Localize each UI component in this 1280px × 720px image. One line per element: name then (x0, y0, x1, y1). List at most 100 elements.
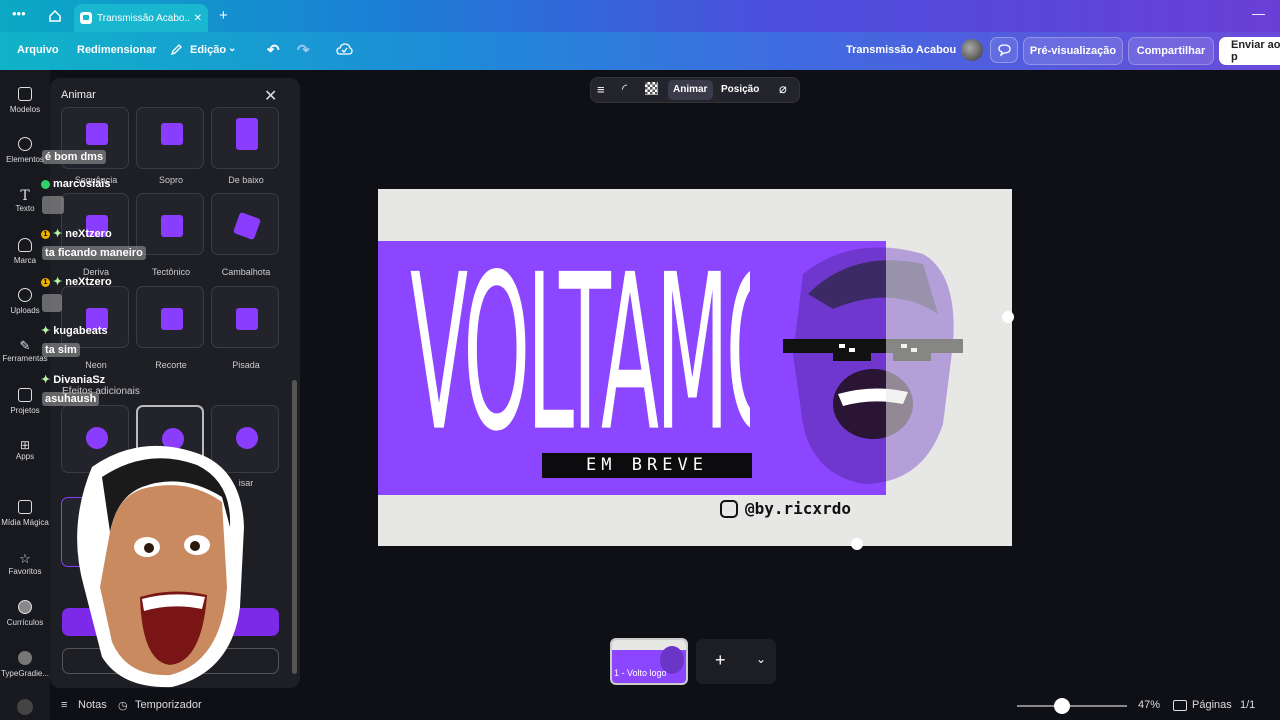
add-page-group: + ⌄ (696, 639, 776, 684)
animation-tile-neon[interactable] (61, 286, 129, 348)
redo-icon[interactable]: ↷ (297, 41, 310, 59)
instagram-icon (720, 500, 738, 518)
chat-message: é bom dms (42, 150, 107, 164)
instagram-handle: @by.ricxrdo (745, 499, 851, 518)
apps-icon: ⊞ (19, 438, 31, 452)
animation-preview-icon (236, 118, 258, 150)
chevron-down-icon[interactable]: ⌄ (756, 652, 766, 666)
timer-icon: ◷ (118, 700, 128, 712)
layout-icon (18, 87, 32, 101)
animation-label: Recorte (155, 360, 187, 370)
rotate-handle[interactable] (851, 538, 863, 550)
subheadline-box: EM BREVE (542, 453, 752, 478)
animation-label: Tectônico (151, 267, 191, 277)
folder-icon (18, 388, 32, 402)
animation-tile-cambalhota[interactable] (211, 193, 279, 255)
tab-title: Transmissão Acabo... (97, 12, 189, 24)
sidebar-item-midia-magica[interactable]: Mídia Mágica (0, 500, 50, 527)
document-title[interactable]: Transmissão Acabou (846, 44, 956, 56)
animate-button[interactable]: Animar (673, 84, 707, 95)
timer-button[interactable]: Temporizador (135, 699, 202, 711)
animation-tile-tectonico[interactable] (136, 193, 204, 255)
upload-icon (18, 288, 32, 302)
text-align-icon[interactable]: ≡ (597, 82, 605, 97)
typegradient-app-icon (18, 651, 32, 665)
add-page-icon[interactable]: + (715, 650, 726, 671)
brand-icon (18, 238, 32, 252)
emote-icon (42, 294, 62, 312)
headline-text: VOLTAMOS (410, 247, 750, 477)
sub-badge-icon: 1 (41, 229, 50, 239)
comment-button[interactable] (990, 37, 1018, 63)
redimensionar-menu[interactable]: Redimensionar (77, 44, 156, 56)
chat-message: ta sim (42, 343, 80, 357)
corner-rounding-icon[interactable]: ◜ (622, 81, 627, 97)
shapes-icon (18, 137, 32, 151)
preview-button[interactable]: Pré-visualização (1023, 37, 1123, 65)
chat-username: marcosiais (38, 177, 113, 191)
minimize-icon[interactable]: — (1252, 6, 1265, 21)
sidebar-item-curriculos[interactable]: Currículos (0, 600, 50, 627)
cloud-saved-icon[interactable] (336, 42, 353, 56)
notes-button[interactable]: Notas (78, 699, 107, 711)
streamer-avatar-sticker (77, 445, 244, 688)
animation-preview-icon (236, 308, 258, 330)
animation-preview-icon (232, 211, 262, 241)
help-icon[interactable] (17, 699, 33, 715)
chat-username: ✦ DivaniaSz (41, 374, 106, 386)
pages-button[interactable]: Páginas (1192, 699, 1232, 711)
sidebar-item-apps[interactable]: ⊞ Apps (0, 438, 50, 461)
sidebar-item-favoritos[interactable]: ☆ Favoritos (0, 551, 50, 576)
animation-preview-icon (86, 123, 108, 145)
home-icon[interactable] (48, 9, 62, 23)
chevron-down-icon[interactable]: ⌄ (228, 43, 236, 54)
animation-label: De baixo (228, 175, 264, 185)
position-button[interactable]: Posição (721, 84, 759, 95)
chat-message: ta ficando maneiro (42, 246, 146, 260)
transparency-icon[interactable] (645, 82, 658, 95)
browser-tab[interactable]: Transmissão Acabo... ✕ (74, 4, 208, 32)
pages-icon (1173, 700, 1187, 711)
sidebar-item-modelos[interactable]: Modelos (0, 87, 50, 114)
comment-icon (998, 44, 1011, 57)
sub-badge-icon: 1 (41, 277, 50, 287)
headline-box: VOLTAMOS (410, 247, 750, 477)
close-tab-icon[interactable]: ✕ (194, 13, 202, 24)
zoom-slider[interactable] (1017, 705, 1127, 707)
animation-label: Cambalhota (221, 267, 271, 277)
notes-icon: ≡ (61, 699, 68, 711)
page-count: 1/1 (1240, 699, 1256, 711)
chat-username: 1 ✦ neXtzero (38, 226, 115, 241)
panel-scrollbar[interactable] (292, 380, 297, 674)
new-tab-icon[interactable]: + (219, 7, 228, 24)
animation-tile-sopro[interactable] (136, 107, 204, 169)
animation-preview-icon (161, 215, 183, 237)
chat-username: 1 ✦ neXtzero (38, 274, 115, 289)
emote-icon (42, 196, 64, 214)
animation-tile-de-baixo[interactable] (211, 107, 279, 169)
sidebar-item-typegradient[interactable]: TypeGradie... (0, 651, 50, 678)
edicao-menu[interactable]: Edição (190, 44, 226, 56)
animation-tile-recorte[interactable] (136, 286, 204, 348)
animation-label: Neon (85, 360, 107, 370)
animation-tile-pisada[interactable] (211, 286, 279, 348)
animation-preview-icon (161, 308, 183, 330)
arquivo-menu[interactable]: Arquivo (17, 44, 59, 56)
zoom-slider-knob[interactable] (1054, 698, 1070, 714)
sparkle-icon: ✦ (53, 276, 63, 288)
resize-handle-right[interactable] (1002, 311, 1014, 323)
paint-format-icon[interactable]: ⌀ (779, 81, 787, 97)
animation-preview-icon (161, 123, 183, 145)
undo-icon[interactable]: ↶ (267, 41, 280, 59)
sparkle-icon: ✦ (41, 374, 51, 386)
sparkle-icon: ✦ (53, 228, 63, 240)
user-avatar[interactable] (961, 39, 983, 61)
share-button[interactable]: Compartilhar (1128, 37, 1214, 65)
chat-badge-icon (41, 179, 50, 189)
design-canvas[interactable]: VOLTAMOS EM BREVE @by.ricxrdo (378, 189, 1012, 546)
zoom-level[interactable]: 47% (1138, 699, 1160, 711)
dots-icon[interactable]: ••• (12, 6, 26, 21)
close-icon[interactable]: ✕ (264, 86, 277, 106)
animation-label: Pisada (232, 360, 260, 370)
send-button[interactable]: Enviar ao p (1219, 37, 1280, 65)
